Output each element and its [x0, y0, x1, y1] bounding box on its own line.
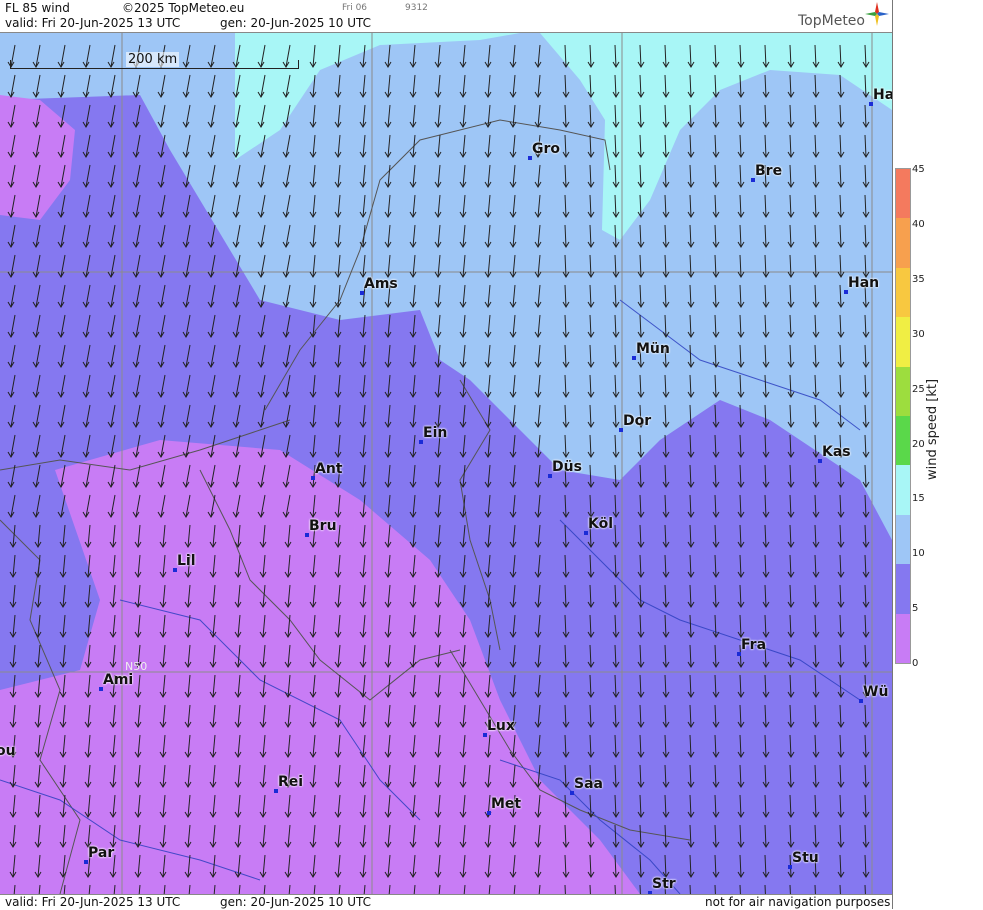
city-label: Bru	[309, 518, 337, 534]
copyright-text: ©2025 TopMeteo.eu	[122, 1, 245, 15]
city-label: Rei	[278, 774, 304, 790]
scale-bar-label: 200 km	[126, 52, 180, 67]
colorbar-segment	[896, 564, 910, 614]
city-label: Ami	[103, 672, 134, 688]
colorbar-tick-label: 10	[912, 548, 925, 560]
compass-star-icon	[865, 2, 889, 26]
colorbar-tick-label: 30	[912, 328, 925, 340]
city-label: Kas	[822, 444, 851, 460]
city-label: Wü	[863, 684, 889, 700]
footer-generated-time: gen: 20-Jun-2025 10 UTC	[220, 895, 372, 909]
day-index: Fri 06	[342, 3, 368, 13]
colorbar-tick-label: 35	[912, 273, 925, 285]
colorbar-tick-label: 15	[912, 493, 925, 505]
city-label: Fra	[741, 637, 767, 653]
city-label: Lux	[487, 718, 515, 734]
city-label: Köl	[588, 516, 614, 532]
colorbar-segment	[896, 267, 910, 318]
city-label: Ant	[315, 461, 343, 477]
footer-bar: valid: Fri 20-Jun-2025 13 UTC gen: 20-Ju…	[0, 894, 892, 910]
map-title: FL 85 wind	[5, 1, 70, 15]
colorbar-segment	[896, 465, 910, 515]
city-label: Gro	[532, 141, 561, 157]
wind-speed-colorbar	[895, 168, 911, 664]
colorbar-segment	[896, 514, 910, 565]
legend-title: wind speed [kt]	[925, 378, 940, 480]
city-label: Bre	[755, 163, 783, 179]
colorbar-segment	[896, 366, 910, 416]
city-label: Par	[88, 845, 115, 861]
colorbar-tick-label: 5	[912, 603, 919, 615]
city-label: Stu	[792, 850, 819, 866]
disclaimer-text: not for air navigation purposes	[705, 895, 891, 909]
city-label: Lil	[177, 553, 196, 569]
colorbar-segment	[896, 169, 910, 219]
city-label: Ha	[873, 87, 892, 103]
colorbar-tick-label: 45	[912, 164, 925, 175]
generated-time: gen: 20-Jun-2025 10 UTC	[220, 16, 372, 30]
city-label: Han	[848, 275, 880, 291]
city-label: Str	[652, 876, 676, 892]
product-code: 9312	[405, 3, 428, 13]
colorbar-tick-label: 40	[912, 218, 925, 230]
city-label: Mün	[636, 341, 670, 357]
colorbar-tick-label: 20	[912, 438, 925, 450]
colorbar-tick-label: 0	[912, 658, 919, 670]
city-label: Ams	[364, 276, 398, 292]
colorbar-segment	[896, 218, 910, 268]
colorbar-segment	[896, 416, 910, 466]
header-bar: FL 85 wind ©2025 TopMeteo.eu Fri 06 9312…	[0, 0, 892, 33]
topmeteo-logo: TopMeteo	[798, 13, 865, 29]
wind-map[interactable]: 200 km N50 Gro Bre Ha Ams Han Mün Dor Ein Kas Ant…	[0, 33, 892, 894]
city-label: Ein	[423, 425, 448, 441]
city-label: Düs	[552, 459, 582, 475]
footer-valid-time: valid: Fri 20-Jun-2025 13 UTC	[5, 895, 181, 909]
city-label: Met	[491, 796, 522, 812]
valid-time: valid: Fri 20-Jun-2025 13 UTC	[5, 16, 181, 30]
city-label: Dor	[623, 413, 652, 429]
colorbar-segment	[896, 613, 910, 663]
colorbar-tick-label: 25	[912, 383, 925, 395]
city-label: Saa	[574, 776, 603, 792]
city-label: ou	[0, 743, 16, 759]
colorbar-segment	[896, 317, 910, 367]
